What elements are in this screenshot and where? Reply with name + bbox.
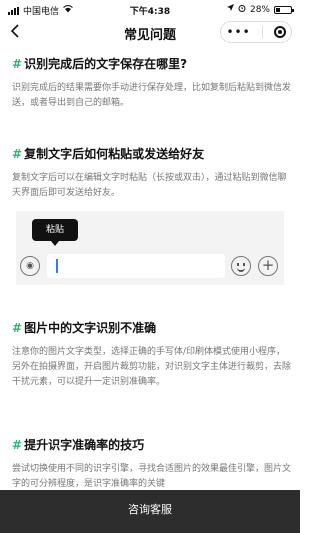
faq-title-text: 复制文字后如何粘贴或发送给好友: [24, 147, 205, 161]
faq-body: 识别完成后的结果需要你手动进行保存处理，比如复制后粘贴到微信发送，或者导出到自己…: [12, 83, 292, 108]
faq-title-text: 提升识字准确率的技巧: [24, 438, 145, 452]
hash-icon: #: [12, 57, 23, 71]
faq-item: # 图片中的文字识别不准确 注意你的图片文字类型，选择正确的手写体/印刷体模式使用…: [12, 320, 292, 390]
faq-body: 注意你的图片文字类型，选择正确的手写体/印刷体模式使用小程序，另外在拍摄界面，开…: [12, 347, 292, 387]
faq-item: # 复制文字后如何粘贴或发送给好友 复制文字后可以在编辑文字时粘贴（长按或双击），…: [12, 146, 292, 201]
faq-item: # 提升识字准确率的技巧 尝试切换使用不同的识字引擎，寻找合适图片的效果最佳引擎，…: [12, 437, 292, 492]
faq-title: # 提升识字准确率的技巧: [12, 437, 292, 453]
voice-icon: ◉: [20, 256, 40, 276]
chat-input: [47, 254, 225, 278]
faq-title-text: 图片中的文字识别不准确: [24, 321, 157, 335]
hash-icon: #: [12, 147, 23, 161]
miniprogram-capsule: •••: [220, 21, 292, 43]
hash-icon: #: [12, 438, 23, 452]
battery-percent: 28%: [249, 4, 270, 15]
capsule-divider: [261, 26, 263, 38]
faq-title: # 复制文字后如何粘贴或发送给好友: [12, 146, 292, 162]
emoji-icon: [231, 256, 251, 276]
more-icon[interactable]: •••: [226, 26, 250, 38]
close-target-icon[interactable]: [273, 26, 286, 38]
status-bar: 中国电信 下午4:38 28%: [0, 0, 300, 20]
faq-body: 尝试切换使用不同的识字引擎，寻找合适图片的效果最佳引擎，图片文字的可分辨程度，是…: [12, 464, 292, 489]
alarm-icon: [238, 4, 246, 15]
contact-support-button[interactable]: 咨询客服: [0, 490, 300, 533]
faq-title: # 识别完成后的文字保存在哪里?: [12, 56, 292, 72]
paste-tooltip: 粘贴: [32, 219, 78, 246]
status-right: 28%: [226, 4, 294, 15]
faq-body: 复制文字后可以在编辑文字时粘贴（长按或双击），通过粘贴到微信聊天界面后即可发送给…: [12, 173, 287, 198]
faq-item: # 识别完成后的文字保存在哪里? 识别完成后的结果需要你手动进行保存处理，比如复制…: [12, 56, 292, 111]
nav-bar: 常见问题 •••: [0, 20, 300, 44]
paste-demo-illustration: 粘贴 ◉ +: [16, 211, 284, 285]
location-icon: [226, 4, 234, 15]
plus-icon: +: [258, 256, 278, 276]
battery-icon: [274, 5, 294, 14]
text-caret: [56, 259, 58, 273]
faq-title: # 图片中的文字识别不准确: [12, 320, 292, 336]
faq-title-text: 识别完成后的文字保存在哪里?: [24, 57, 188, 71]
hash-icon: #: [12, 321, 23, 335]
